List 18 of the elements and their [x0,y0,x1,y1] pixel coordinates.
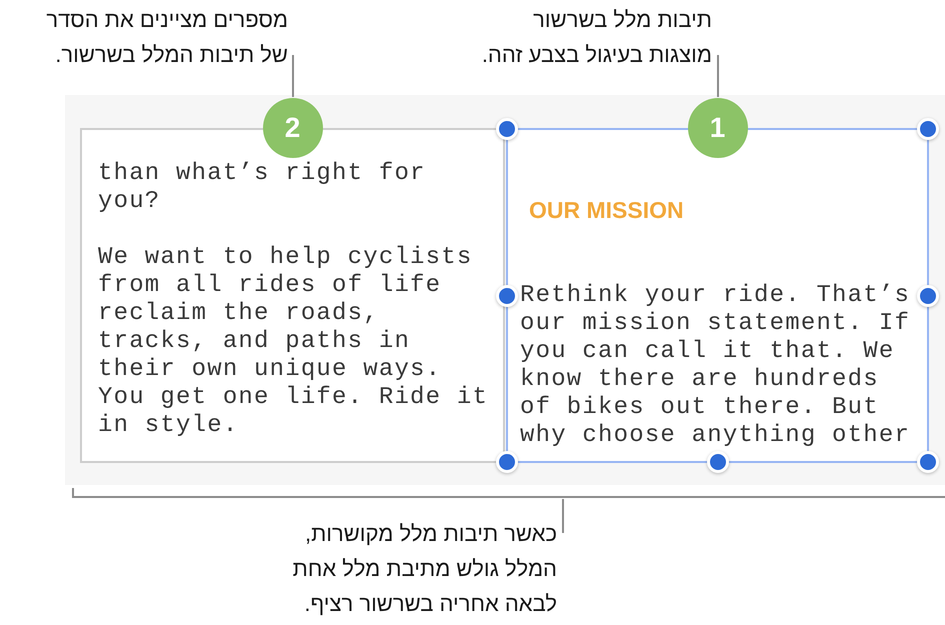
thread-badge: 2 [262,98,322,158]
resize-handle[interactable] [917,118,939,140]
thread-badge: 1 [688,98,748,158]
heading-text: OUR MISSION [529,196,685,224]
resize-handle[interactable] [496,118,518,140]
resize-handle[interactable] [706,451,728,473]
body-text: We want to help cyclists from all rides of life reclaim the roads, tracks, and paths in their own unique ways. You get one life. Ride it in style. [98,244,490,440]
resize-handle[interactable] [917,451,939,473]
resize-handle[interactable] [496,451,518,473]
callout-text: תיבות מלל בשרשור מוצגות בעיגול בצבע זהה. [482,6,712,69]
resize-handle[interactable] [917,284,939,306]
body-text: Rethink your ride. That’s our mission statement. If you can call it that. We know there are hundreds of bikes out there. But why choose anything other [520,282,912,450]
leader-line [562,499,564,533]
body-text: than what’s right for you? [98,160,427,216]
callout-text: כאשר תיבות מלל מקושרות, המלל גולש מתיבת מלל אחת לבאה אחריה בשרשור רציף. [292,520,557,618]
leader-line [717,55,719,97]
leader-line [292,55,294,97]
callout-text: מספרים מציינים את הסדר של תיבות המלל בשרשור. [46,6,288,69]
